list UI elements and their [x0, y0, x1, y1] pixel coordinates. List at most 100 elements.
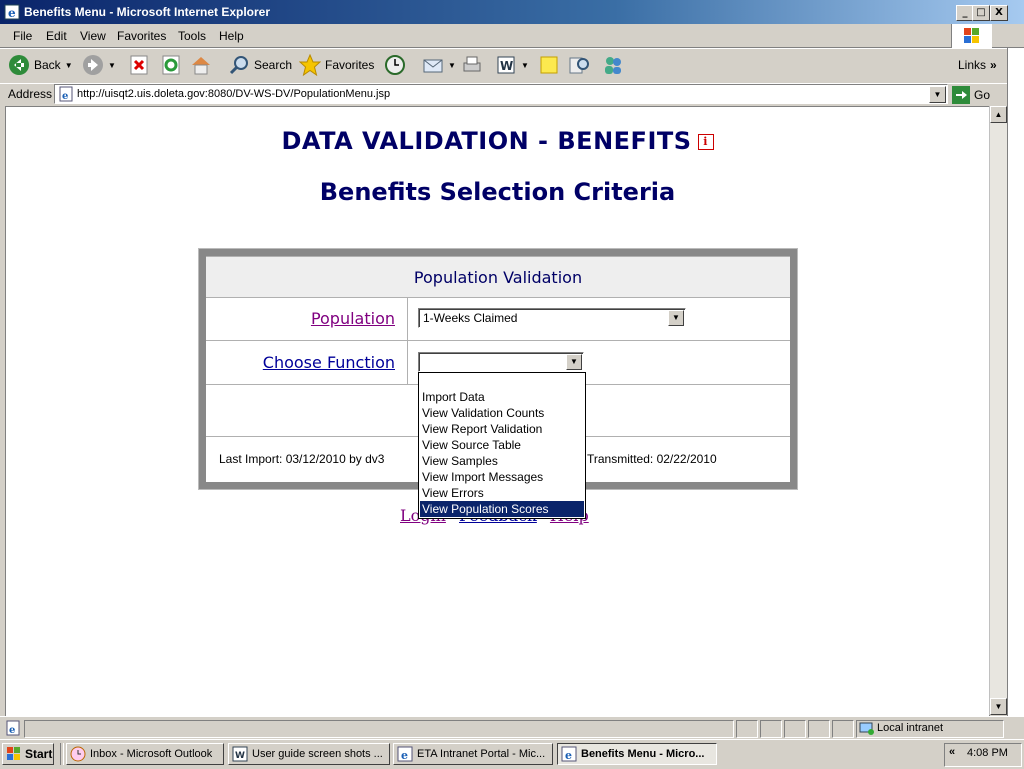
menu-edit[interactable]: Edit [46, 29, 67, 43]
population-row: Population 1-Weeks Claimed ▼ [206, 297, 790, 341]
svg-text:e: e [565, 749, 572, 762]
task-outlook-label: Inbox - Microsoft Outlook [90, 748, 213, 760]
scroll-up-icon[interactable]: ▲ [990, 106, 1007, 123]
print-icon [463, 56, 481, 72]
taskbar: Start Inbox - Microsoft Outlook W User g… [0, 739, 1024, 769]
function-option-samples[interactable]: View Samples [420, 453, 584, 469]
go-button[interactable]: Go [952, 83, 990, 107]
print-button[interactable] [461, 53, 483, 77]
choose-function-link[interactable]: Choose Function [263, 353, 395, 372]
function-option-source-table[interactable]: View Source Table [420, 437, 584, 453]
menu-help[interactable]: Help [219, 29, 244, 43]
page-icon: e [59, 86, 73, 102]
task-eta-portal[interactable]: e ETA Intranet Portal - Mic... [393, 743, 553, 765]
history-button[interactable] [384, 53, 406, 77]
messenger-icon [605, 57, 621, 74]
status-pane-1 [736, 720, 758, 738]
window-title: Benefits Menu - Microsoft Internet Explo… [24, 5, 271, 19]
address-dropdown-icon[interactable]: ▼ [929, 86, 946, 103]
back-label: Back [34, 58, 61, 72]
ie-task-active-icon: e [561, 746, 577, 762]
favorites-star-icon [299, 54, 321, 76]
population-select[interactable]: 1-Weeks Claimed ▼ [418, 308, 686, 328]
research-button[interactable] [568, 53, 590, 77]
system-tray: « 4:08 PM [944, 743, 1022, 767]
windows-logo-icon [951, 24, 992, 48]
task-outlook[interactable]: Inbox - Microsoft Outlook [66, 743, 224, 765]
address-input[interactable]: e http://uisqt2.uis.doleta.gov:8080/DV-W… [54, 84, 948, 104]
favorites-button[interactable]: Favorites [299, 53, 374, 77]
start-button[interactable]: Start [2, 743, 54, 765]
svg-text:e: e [8, 6, 16, 20]
function-dropdown-icon[interactable]: ▼ [566, 354, 582, 370]
mail-dropdown-icon[interactable]: ▼ [448, 61, 456, 70]
function-option-blank[interactable] [420, 373, 584, 389]
function-option-validation-counts[interactable]: View Validation Counts [420, 405, 584, 421]
tray-expand-icon[interactable]: « [949, 746, 955, 758]
status-pane-3 [784, 720, 806, 738]
svg-text:W: W [500, 59, 513, 73]
notes-icon [540, 56, 558, 74]
page-title-text: DATA VALIDATION - BENEFITS [281, 127, 692, 155]
function-label-cell: Choose Function [206, 341, 408, 384]
population-dropdown-icon[interactable]: ▼ [668, 310, 684, 326]
links-label: Links [958, 58, 987, 72]
function-select[interactable]: ▼ [418, 352, 584, 372]
svg-text:W: W [235, 751, 245, 761]
function-option-errors[interactable]: View Errors [420, 485, 584, 501]
edit-dropdown-icon[interactable]: ▼ [521, 61, 529, 70]
function-option-population-scores[interactable]: View Population Scores [420, 501, 584, 517]
start-label: Start [25, 747, 53, 761]
back-button[interactable]: Back ▼ [8, 53, 73, 77]
favorites-label: Favorites [325, 58, 375, 72]
edit-word-button[interactable]: W ▼ [495, 53, 529, 77]
page-title: DATA VALIDATION - BENEFITS i [6, 127, 989, 155]
forward-button[interactable]: ▼ [82, 53, 116, 77]
window-edge [1007, 48, 1024, 716]
task-word[interactable]: W User guide screen shots ... [228, 743, 390, 765]
info-icon[interactable]: i [697, 134, 714, 150]
menu-bar: File Edit View Favorites Tools Help [0, 25, 1024, 48]
menu-file[interactable]: File [13, 29, 32, 43]
panel-header-row: Population Validation [206, 256, 790, 298]
transmitted-text: Transmitted: 02/22/2010 [587, 452, 717, 466]
status-pane-4 [808, 720, 830, 738]
research-icon [569, 57, 589, 74]
links-chevron-icon: » [990, 58, 997, 72]
menu-favorites[interactable]: Favorites [117, 29, 166, 43]
function-option-import-data[interactable]: Import Data [420, 389, 584, 405]
function-option-import-messages[interactable]: View Import Messages [420, 469, 584, 485]
status-pane-2 [760, 720, 782, 738]
address-label: Address [8, 87, 53, 101]
close-button[interactable]: X [990, 5, 1008, 21]
maximize-button[interactable]: □ [972, 5, 990, 21]
scroll-down-icon[interactable]: ▼ [990, 698, 1007, 715]
ie-task-icon: e [397, 746, 413, 762]
back-dropdown-icon[interactable]: ▼ [65, 61, 73, 70]
intranet-icon [859, 722, 874, 735]
refresh-icon [162, 55, 180, 75]
menu-tools[interactable]: Tools [178, 29, 206, 43]
refresh-button[interactable] [160, 53, 182, 77]
svg-text:e: e [9, 725, 15, 736]
ie-app-icon: e [4, 4, 20, 20]
function-option-report-validation[interactable]: View Report Validation [420, 421, 584, 437]
task-benefits-label: Benefits Menu - Micro... [581, 748, 705, 760]
menu-view[interactable]: View [80, 29, 106, 43]
page-subtitle: Benefits Selection Criteria [319, 178, 676, 206]
back-arrow-icon [9, 55, 29, 75]
home-button[interactable] [190, 53, 212, 77]
messenger-button[interactable] [602, 53, 624, 77]
task-benefits-menu[interactable]: e Benefits Menu - Micro... [557, 743, 717, 765]
forward-dropdown-icon[interactable]: ▼ [108, 61, 116, 70]
search-button[interactable]: Search [228, 53, 292, 77]
vertical-scrollbar[interactable]: ▲ ▼ [989, 106, 1007, 715]
notes-button[interactable] [538, 53, 560, 77]
zone-label: Local intranet [877, 722, 944, 734]
mail-button[interactable]: ▼ [422, 53, 456, 77]
links-button[interactable]: Links » [958, 53, 997, 77]
zone-pane: Local intranet [856, 720, 1004, 738]
search-label: Search [254, 58, 293, 72]
stop-button[interactable] [128, 53, 150, 77]
population-link[interactable]: Population [311, 309, 395, 328]
